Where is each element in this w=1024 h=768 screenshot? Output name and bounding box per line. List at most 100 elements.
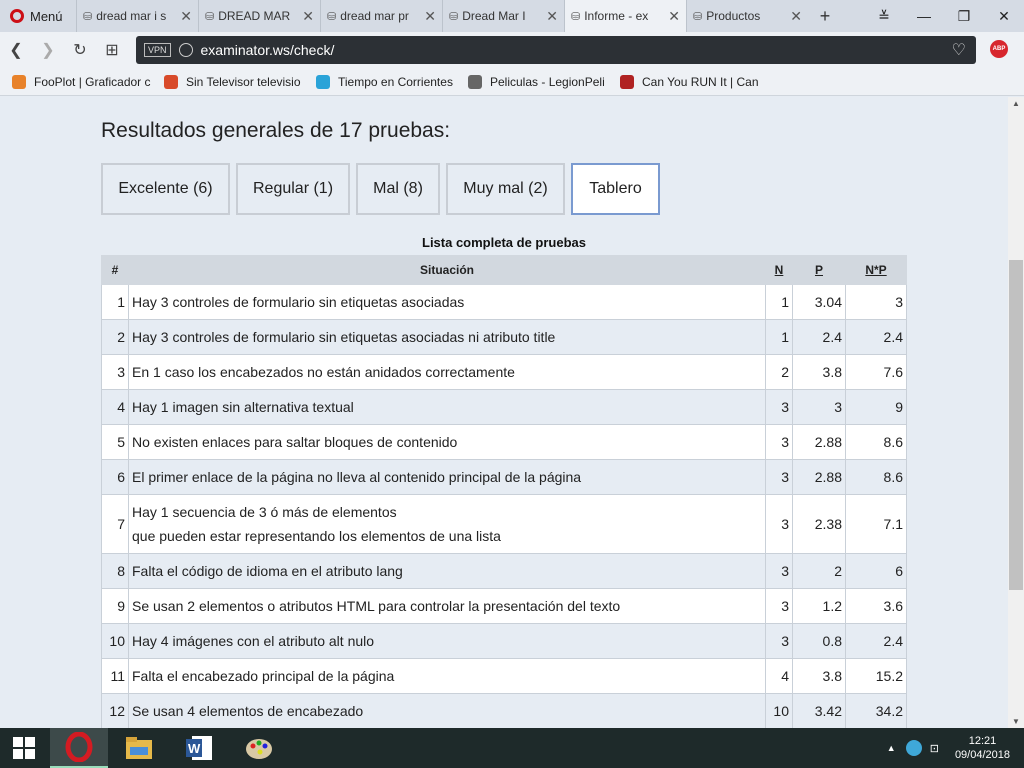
bookmark-item[interactable]: Peliculas - LegionPeli [468,74,608,89]
tab-close-icon[interactable]: ✕ [424,8,436,25]
row-situation: Hay 3 controles de formulario sin etique… [128,284,766,320]
bookmark-item[interactable]: Can You RUN It | Can [620,74,760,89]
speed-dial-icon[interactable]: ⊞ [96,40,128,60]
situation-text: Hay 3 controles de formulario sin etique… [132,329,556,345]
row-p: 2 [792,553,846,589]
row-number: 2 [101,319,129,355]
paint-icon [246,739,272,759]
situation-text: Hay 1 imagen sin alternativa textual [132,399,354,415]
browser-tab[interactable]: ⛁ dread mar pr ✕ [320,0,442,32]
address-bar[interactable]: VPN examinator.ws/check/ ♡ [136,36,976,64]
heart-icon[interactable]: ♡ [952,40,966,60]
bookmark-label: Can You RUN It | Can [642,74,759,89]
file-explorer-taskbar-button[interactable] [110,728,168,768]
tab-menu-icon[interactable]: ≚ [864,8,904,25]
row-situation: Hay 1 secuencia de 3 ó más de elementos q… [128,494,766,554]
reload-button[interactable]: ↻ [64,40,96,60]
tab-close-icon[interactable]: ✕ [790,8,802,25]
network-icon[interactable]: ⊡ [930,742,939,755]
globe-icon [178,43,193,57]
bookmark-item[interactable]: FooPlot | Graficador c [12,74,152,89]
menu-label: Menú [30,8,63,24]
svg-text:W: W [188,741,201,756]
address-row: ❮ ❯ ↻ ⊞ VPN examinator.ws/check/ ♡ [0,32,1024,68]
tab-close-icon[interactable]: ✕ [302,8,314,25]
tab-close-icon[interactable]: ✕ [180,8,192,25]
row-p: 2.88 [792,424,846,460]
scrollbar-thumb[interactable] [1009,260,1023,590]
browser-tab[interactable]: ⛁ dread mar i s ✕ [76,0,198,32]
word-taskbar-button[interactable]: W [170,728,228,768]
row-n: 3 [765,623,793,659]
row-situation: El primer enlace de la página no lleva a… [128,459,766,495]
tab-favicon-icon: ⛁ [205,10,215,23]
row-number: 10 [101,623,129,659]
row-n: 3 [765,553,793,589]
row-p: 2.4 [792,319,846,355]
adblock-icon[interactable]: ABP [990,40,1008,58]
tray-app-icon[interactable] [905,740,922,756]
row-number: 1 [101,284,129,320]
system-tray: ▲ ⊡ 12:21 09/04/2018 [887,728,1024,768]
situation-text: Se usan 4 elementos de encabezado [132,703,364,719]
clock[interactable]: 12:21 09/04/2018 [955,734,1010,762]
row-p: 1.2 [792,588,846,624]
opera-taskbar-button[interactable] [50,728,108,768]
col-p-header[interactable]: P [792,255,846,285]
tab-close-icon[interactable]: ✕ [546,8,558,25]
table-row: 11 Falta el encabezado principal de la pá… [101,658,907,694]
browser-tab[interactable]: ⛁ Productos ✕ [686,0,808,32]
row-n: 2 [765,354,793,390]
tablero-button[interactable]: Tablero [571,163,660,215]
row-n: 3 [765,494,793,554]
tab-close-icon[interactable]: ✕ [668,8,680,25]
start-button[interactable] [0,728,48,768]
tray-expand-icon[interactable]: ▲ [887,743,896,753]
url-text[interactable]: examinator.ws/check/ [201,42,335,58]
paint-taskbar-button[interactable] [230,728,288,768]
row-situation: Hay 1 imagen sin alternativa textual [128,389,766,425]
col-np-header[interactable]: N*P [845,255,907,285]
vpn-badge[interactable]: VPN [144,43,171,57]
minimize-button[interactable]: — [904,8,944,24]
row-number: 6 [101,459,129,495]
filter-muy-mal-button[interactable]: Muy mal (2) [446,163,565,215]
table-row: 9 Se usan 2 elementos o atributos HTML pa… [101,588,907,624]
new-tab-button[interactable]: + [808,6,842,27]
vertical-scrollbar[interactable]: ▲ ▼ [1008,97,1024,728]
browser-tab[interactable]: ⛁ Informe - ex ✕ [564,0,686,32]
col-n-header[interactable]: N [765,255,793,285]
row-np: 15.2 [845,658,907,694]
back-button[interactable]: ❮ [0,40,32,60]
bookmark-label: FooPlot | Graficador c [34,74,151,89]
row-situation: No existen enlaces para saltar bloques d… [128,424,766,460]
browser-tab[interactable]: ⛁ DREAD MAR ✕ [198,0,320,32]
browser-tab[interactable]: ⛁ Dread Mar I ✕ [442,0,564,32]
row-situation: Hay 3 controles de formulario sin etique… [128,319,766,355]
filter-buttons: Excelente (6) Regular (1) Mal (8) Muy ma… [101,163,666,215]
situation-text: Se usan 2 elementos o atributos HTML par… [132,598,621,614]
bookmark-item[interactable]: Sin Televisor televisio [164,74,304,89]
tab-label: Productos [706,9,761,23]
situation-text: El primer enlace de la página no lleva a… [132,469,582,485]
page-title: Resultados generales de 17 pruebas: [101,119,451,142]
scroll-down-arrow-icon[interactable]: ▼ [1008,717,1024,726]
bookmarks-bar: FooPlot | Graficador c Sin Televisor tele… [0,68,1024,96]
results-table: # Situación N P N*P 1 Hay 3 controles de … [101,255,907,728]
bookmark-item[interactable]: Tiempo en Corrientes [316,74,456,89]
forward-button[interactable]: ❯ [32,40,64,60]
filter-excelente-button[interactable]: Excelente (6) [101,163,230,215]
scroll-up-arrow-icon[interactable]: ▲ [1008,99,1024,108]
bookmark-label: Sin Televisor televisio [186,74,301,89]
restore-button[interactable]: ❐ [944,8,984,25]
bookmark-favicon-icon [468,74,482,89]
table-row: 10 Hay 4 imágenes con el atributo alt nul… [101,623,907,659]
close-window-button[interactable]: ✕ [984,8,1024,25]
menu-button[interactable]: Menú [0,0,76,32]
row-p: 3.8 [792,658,846,694]
row-situation: Se usan 4 elementos de encabezado [128,693,766,728]
filter-mal-button[interactable]: Mal (8) [356,163,440,215]
tab-label: DREAD MAR [218,9,291,23]
filter-regular-button[interactable]: Regular (1) [236,163,350,215]
file-explorer-icon [126,737,152,759]
